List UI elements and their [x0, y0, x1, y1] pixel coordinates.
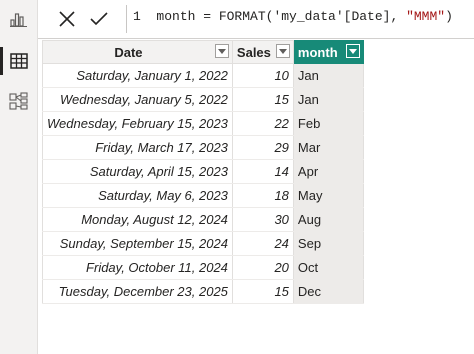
formula-expression: month = FORMAT('my_data'[Date], — [156, 9, 407, 24]
cell-date[interactable]: Wednesday, February 15, 2023 — [42, 111, 233, 136]
cell-date[interactable]: Saturday, April 15, 2023 — [42, 159, 233, 184]
cell-month[interactable]: Aug — [293, 207, 364, 232]
cell-month[interactable]: Jan — [293, 63, 364, 88]
formula-closing: ) — [445, 9, 453, 24]
table-row[interactable]: Wednesday, February 15, 2023 22 Feb — [42, 111, 364, 136]
column-filter-button[interactable] — [275, 44, 290, 58]
column-header-label: Date — [114, 44, 143, 60]
cell-month[interactable]: Feb — [293, 111, 364, 136]
formula-format-string: "MMM" — [406, 9, 446, 24]
cell-sales[interactable]: 24 — [232, 231, 294, 256]
check-icon — [90, 12, 108, 26]
view-rail — [0, 0, 38, 354]
cell-sales[interactable]: 15 — [232, 279, 294, 304]
table-view-button[interactable] — [0, 44, 37, 78]
table-row[interactable]: Tuesday, December 23, 2025 15 Dec — [42, 279, 364, 304]
cell-month[interactable]: Sep — [293, 231, 364, 256]
formula-line-number: 1 — [133, 9, 141, 24]
column-filter-button[interactable] — [345, 44, 360, 58]
cell-sales[interactable]: 22 — [232, 111, 294, 136]
table-row[interactable]: Wednesday, January 5, 2022 15 Jan — [42, 87, 364, 112]
column-header-sales[interactable]: Sales — [231, 40, 294, 64]
table-view-icon — [9, 53, 28, 69]
cell-month[interactable]: Oct — [293, 255, 364, 280]
formula-input[interactable]: 1 month = FORMAT('my_data'[Date], "MMM") — [126, 5, 470, 33]
cell-sales[interactable]: 14 — [232, 159, 294, 184]
cell-sales[interactable]: 10 — [232, 63, 294, 88]
model-view-icon — [8, 92, 28, 110]
cell-date[interactable]: Saturday, January 1, 2022 — [42, 63, 233, 88]
column-filter-button[interactable] — [214, 44, 229, 58]
data-table: Date Sales month Saturday, January 1, 20… — [42, 40, 364, 304]
column-header-date[interactable]: Date — [42, 40, 233, 64]
cell-sales[interactable]: 20 — [232, 255, 294, 280]
table-row[interactable]: Saturday, May 6, 2023 18 May — [42, 183, 364, 208]
cell-month[interactable]: Mar — [293, 135, 364, 160]
formula-bar: 1 month = FORMAT('my_data'[Date], "MMM") — [38, 0, 474, 39]
table-row[interactable]: Friday, October 11, 2024 20 Oct — [42, 255, 364, 280]
cell-sales[interactable]: 18 — [232, 183, 294, 208]
cell-month[interactable]: Dec — [293, 279, 364, 304]
report-view-icon — [9, 13, 27, 27]
cell-date[interactable]: Sunday, September 15, 2024 — [42, 231, 233, 256]
cell-sales[interactable]: 29 — [232, 135, 294, 160]
table-row[interactable]: Monday, August 12, 2024 30 Aug — [42, 207, 364, 232]
table-row[interactable]: Friday, March 17, 2023 29 Mar — [42, 135, 364, 160]
cell-month[interactable]: Jan — [293, 87, 364, 112]
column-header-month[interactable]: month — [292, 40, 364, 64]
chevron-down-icon — [278, 48, 287, 54]
cell-month[interactable]: Apr — [293, 159, 364, 184]
chevron-down-icon — [217, 48, 226, 54]
report-view-button[interactable] — [0, 2, 37, 36]
chevron-down-icon — [348, 48, 357, 54]
cell-date[interactable]: Friday, October 11, 2024 — [42, 255, 233, 280]
close-icon — [59, 11, 75, 27]
cell-date[interactable]: Tuesday, December 23, 2025 — [42, 279, 233, 304]
cell-sales[interactable]: 30 — [232, 207, 294, 232]
cell-date[interactable]: Saturday, May 6, 2023 — [42, 183, 233, 208]
cell-date[interactable]: Wednesday, January 5, 2022 — [42, 87, 233, 112]
table-row[interactable]: Sunday, September 15, 2024 24 Sep — [42, 231, 364, 256]
cancel-formula-button[interactable] — [50, 0, 84, 38]
commit-formula-button[interactable] — [82, 0, 116, 38]
table-row[interactable]: Saturday, January 1, 2022 10 Jan — [42, 63, 364, 88]
cell-date[interactable]: Friday, March 17, 2023 — [42, 135, 233, 160]
table-row[interactable]: Saturday, April 15, 2023 14 Apr — [42, 159, 364, 184]
cell-sales[interactable]: 15 — [232, 87, 294, 112]
cell-month[interactable]: May — [293, 183, 364, 208]
cell-date[interactable]: Monday, August 12, 2024 — [42, 207, 233, 232]
model-view-button[interactable] — [0, 84, 37, 118]
